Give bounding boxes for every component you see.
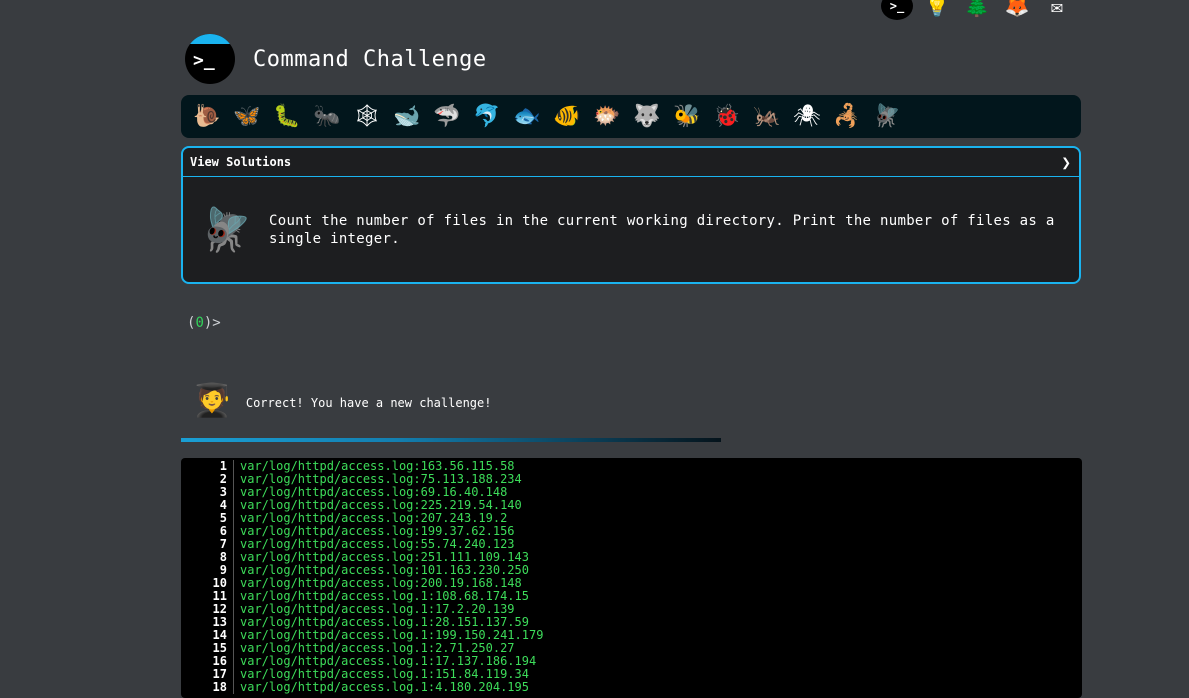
- terminal-icon: >_: [193, 50, 215, 71]
- caterpillar-icon[interactable]: 🐛: [267, 105, 307, 128]
- spider-icon[interactable]: 🕷: [787, 105, 827, 128]
- blowfish-icon[interactable]: 🐡: [587, 105, 627, 128]
- mail-icon[interactable]: ✉: [1041, 0, 1073, 20]
- fox-icon[interactable]: 🦊: [1001, 0, 1033, 20]
- terminal-output[interactable]: 1 var/log/httpd/access.log:163.56.115.58 …: [181, 458, 1082, 698]
- fly-icon: 🪰: [199, 205, 253, 254]
- line-number: 18: [181, 681, 234, 694]
- shark-icon[interactable]: 🦈: [427, 105, 467, 128]
- bee-icon[interactable]: 🐝: [667, 105, 707, 128]
- command-prompt[interactable]: (0)>: [187, 315, 221, 331]
- tree-icon[interactable]: 🌲: [961, 0, 993, 20]
- view-solutions-label: View Solutions: [190, 155, 292, 169]
- logo[interactable]: >_: [185, 34, 235, 84]
- chevron-right-icon[interactable]: ❯: [1061, 153, 1071, 172]
- butterfly-icon[interactable]: 🦋: [227, 105, 267, 128]
- fish-icon[interactable]: 🐟: [507, 105, 547, 128]
- dolphin-icon[interactable]: 🐬: [467, 105, 507, 128]
- fly-icon[interactable]: 🪰: [867, 105, 907, 128]
- view-solutions-toggle[interactable]: View Solutions ❯: [183, 148, 1079, 177]
- prompt-count: 0: [195, 315, 204, 331]
- web-icon[interactable]: 🕸: [347, 105, 387, 128]
- lightbulb-icon[interactable]: 💡: [921, 0, 953, 20]
- line-text: var/log/httpd/access.log.1:4.180.204.195: [240, 680, 529, 694]
- challenge-panel: View Solutions ❯ 🪰 Count the number of f…: [181, 146, 1081, 284]
- challenge-body: 🪰 Count the number of files in the curre…: [183, 177, 1079, 283]
- feedback-message: 🧑‍🎓 Correct! You have a new challenge!: [192, 384, 491, 416]
- snail-icon[interactable]: 🐌: [187, 105, 227, 128]
- prompt-close: )>: [203, 315, 221, 331]
- wolf-icon[interactable]: 🐺: [627, 105, 667, 128]
- ant-icon[interactable]: 🐜: [307, 105, 347, 128]
- tropical-fish-icon[interactable]: 🐠: [547, 105, 587, 128]
- challenge-emoji-bar: 🐌 🦋 🐛 🐜 🕸 🐋 🦈 🐬 🐟 🐠 🐡 🐺 🐝 🐞 🦗 🕷 🦂 🪰: [181, 95, 1081, 138]
- scorpion-icon[interactable]: 🦂: [827, 105, 867, 128]
- page-header: >_ Command Challenge: [185, 34, 487, 84]
- feedback-text: Correct! You have a new challenge!: [245, 396, 492, 410]
- progress-bar: [181, 438, 721, 442]
- terminal-line: 18 var/log/httpd/access.log.1:4.180.204.1…: [181, 681, 1082, 694]
- terminal-icon[interactable]: >_: [881, 0, 913, 20]
- cricket-icon[interactable]: 🦗: [747, 105, 787, 128]
- top-icon-bar: >_ 💡 🌲 🦊 ✉: [881, 0, 1073, 20]
- page-title: Command Challenge: [253, 46, 487, 72]
- student-icon: 🧑‍🎓: [192, 381, 232, 419]
- logo-cap: [185, 34, 235, 44]
- ladybug-icon[interactable]: 🐞: [707, 105, 747, 128]
- challenge-description: Count the number of files in the current…: [269, 213, 1055, 247]
- whale-icon[interactable]: 🐋: [387, 105, 427, 128]
